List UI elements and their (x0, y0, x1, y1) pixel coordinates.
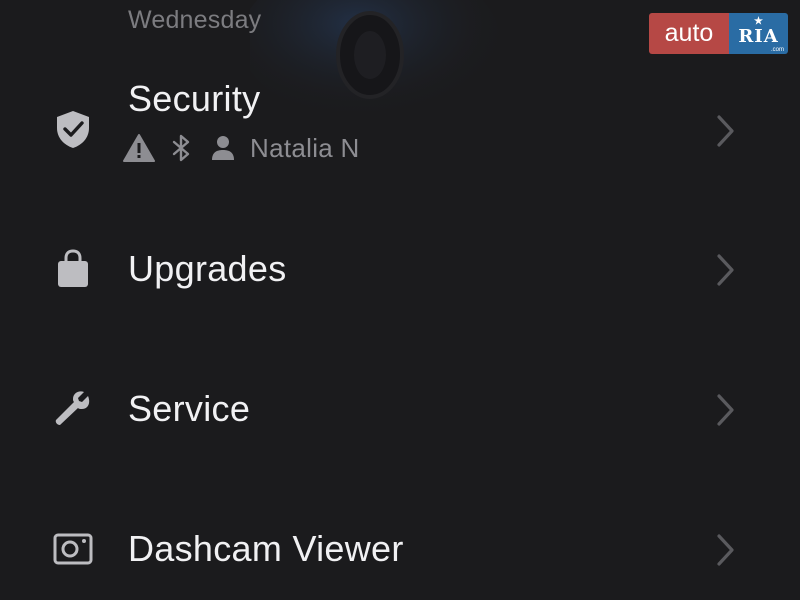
chevron-right-icon (717, 115, 734, 147)
day-label: Wednesday (128, 6, 262, 34)
bluetooth-icon (172, 134, 190, 162)
menu-item-security[interactable]: Security (0, 70, 800, 190)
chevron-right-icon (717, 534, 734, 566)
warning-icon (123, 134, 155, 162)
logo-ria-text: RIA (738, 26, 779, 47)
menu-item-dashcam-viewer[interactable]: Dashcam Viewer (0, 500, 800, 600)
chevron-right-icon (717, 254, 734, 286)
menu-item-service[interactable]: Service (0, 360, 800, 460)
logo-ria-block: ★ RIA .com (729, 13, 788, 54)
chevron-right-icon (717, 394, 734, 426)
auto-ria-logo: auto ★ RIA .com (649, 13, 788, 54)
person-icon (212, 136, 234, 160)
wrench-icon (55, 391, 90, 425)
shopping-bag-icon (58, 249, 88, 287)
logo-com-text: .com (770, 47, 784, 53)
logo-auto-text: auto (649, 13, 729, 54)
shield-icon (57, 111, 89, 148)
upgrades-label: Upgrades (128, 248, 287, 289)
user-name: Natalia N (250, 132, 360, 163)
security-status: Natalia N (122, 131, 360, 165)
app-screen: Wednesday auto ★ RIA .com Security Natal… (0, 0, 800, 600)
dashcam-icon (53, 533, 93, 565)
service-label: Service (128, 388, 251, 429)
security-label: Security (128, 78, 261, 119)
star-icon: ★ (754, 16, 763, 27)
dashcam-label: Dashcam Viewer (128, 528, 404, 569)
menu-item-upgrades[interactable]: Upgrades (0, 220, 800, 320)
